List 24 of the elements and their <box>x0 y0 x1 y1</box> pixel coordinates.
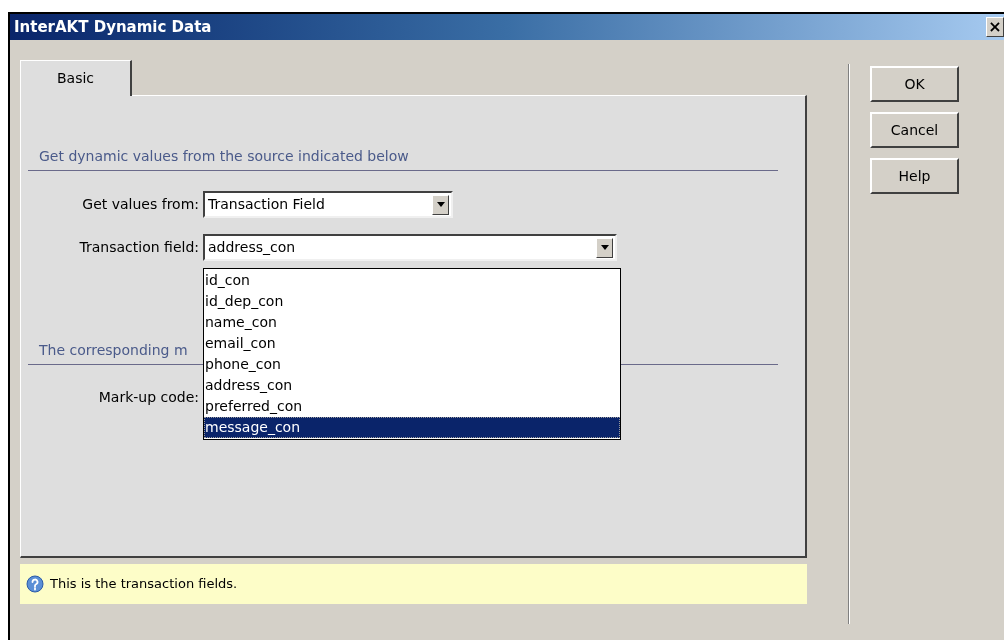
window-title: InterAKT Dynamic Data <box>14 16 212 38</box>
field-dropdown[interactable]: address_con <box>203 234 617 261</box>
dialog-button[interactable]: Help <box>870 158 959 194</box>
dropdown-option[interactable]: name_con <box>204 312 620 333</box>
dropdown-option[interactable]: message_con <box>204 417 620 438</box>
caret-icon <box>436 202 445 207</box>
source-select[interactable]: Transaction Field <box>203 191 453 218</box>
dropdown-option[interactable]: address_con <box>204 375 620 396</box>
dropdown-option[interactable]: id_dep_con <box>204 291 620 312</box>
dialog-button[interactable]: OK <box>870 66 959 102</box>
caret-icon <box>600 245 609 250</box>
field-label: Transaction field: <box>78 238 200 257</box>
hint-text: This is the transaction fields. <box>50 575 238 594</box>
field-label: Mark-up code: <box>97 388 200 407</box>
dropdown-option[interactable]: preferred_con <box>204 396 620 417</box>
close-button[interactable]: × <box>986 17 1004 37</box>
help-icon <box>26 575 44 593</box>
dropdown-arrow-button[interactable] <box>596 237 613 258</box>
dropdown-arrow-button[interactable] <box>432 194 449 215</box>
section-heading: Get dynamic values from the source indicated below <box>28 146 778 171</box>
dialog-button[interactable]: Cancel <box>870 112 959 148</box>
tab[interactable]: Basic <box>20 60 132 96</box>
field-label: Get values from: <box>81 195 200 214</box>
dropdown-option[interactable]: id_con <box>204 270 620 291</box>
